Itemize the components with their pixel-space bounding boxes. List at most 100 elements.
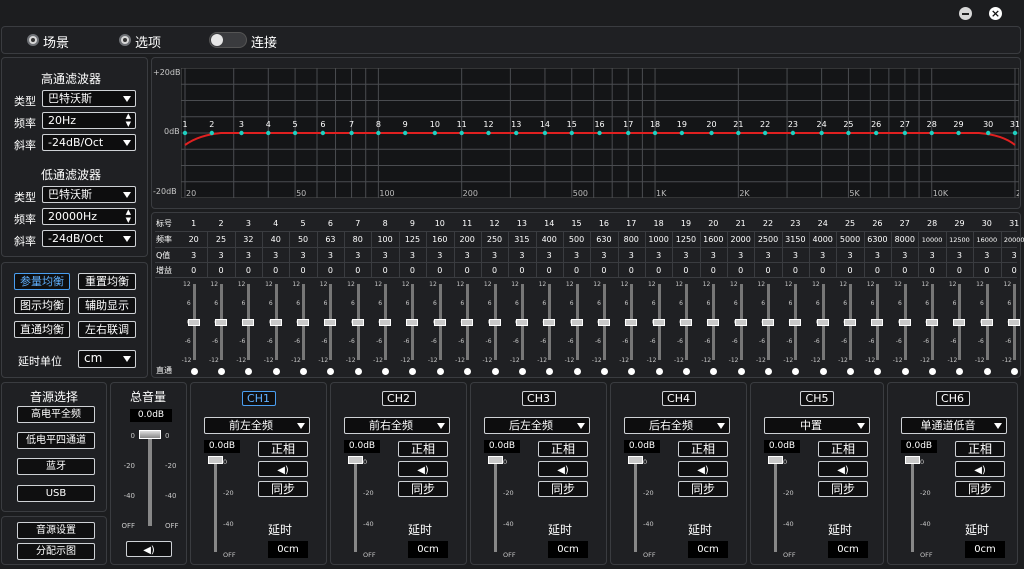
eq-band-point[interactable]	[626, 130, 631, 136]
channel-name-tab[interactable]: CH3	[521, 391, 556, 406]
band-q-cell[interactable]: 3	[317, 251, 344, 261]
reset-eq-button[interactable]: 重置均衡	[78, 273, 136, 290]
band-gain-cell[interactable]: 0	[235, 266, 262, 276]
band-gain-slider-knob[interactable]	[597, 319, 610, 326]
eq-band-point[interactable]	[819, 130, 824, 136]
band-freq-cell[interactable]: 20000	[1001, 235, 1024, 245]
phase-button[interactable]: 正相	[818, 441, 868, 457]
band-gain-cell[interactable]: 0	[754, 266, 781, 276]
eq-band-point[interactable]	[542, 130, 548, 136]
band-gain-cell[interactable]: 0	[481, 266, 508, 276]
channel-delay-value[interactable]: 0cm	[548, 541, 588, 558]
eq-band-point[interactable]	[790, 130, 796, 136]
connect-toggle[interactable]	[209, 32, 247, 48]
band-gain-slider-knob[interactable]	[789, 319, 802, 326]
channel-source-select[interactable]: 中置	[764, 417, 870, 434]
channel-source-select[interactable]: 单通道低音	[901, 417, 1007, 434]
band-gain-slider-knob[interactable]	[215, 319, 228, 326]
sync-button[interactable]: 同步	[398, 481, 448, 497]
band-q-cell[interactable]: 3	[1001, 251, 1024, 261]
channel-name-tab[interactable]: CH6	[935, 391, 970, 406]
band-freq-cell[interactable]: 50	[289, 235, 316, 245]
channel-volume-knob[interactable]	[628, 456, 643, 464]
band-bypass-toggle[interactable]	[600, 368, 608, 375]
band-q-cell[interactable]: 3	[235, 251, 262, 261]
band-bypass-toggle[interactable]	[354, 368, 362, 375]
band-q-cell[interactable]: 3	[946, 251, 973, 261]
band-q-cell[interactable]: 3	[891, 251, 918, 261]
channel-volume-knob[interactable]	[348, 456, 363, 464]
band-gain-slider-knob[interactable]	[543, 319, 556, 326]
band-q-cell[interactable]: 3	[371, 251, 398, 261]
delay-unit-select[interactable]: cm	[78, 350, 136, 368]
band-gain-slider-knob[interactable]	[871, 319, 884, 326]
channel-source-select[interactable]: 后左全频	[484, 417, 590, 434]
band-freq-cell[interactable]: 20	[180, 235, 207, 245]
band-gain-cell[interactable]: 0	[672, 266, 699, 276]
band-freq-cell[interactable]: 4000	[809, 235, 836, 245]
band-gain-cell[interactable]: 0	[399, 266, 426, 276]
band-freq-cell[interactable]: 25	[207, 235, 234, 245]
band-bypass-toggle[interactable]	[218, 368, 226, 375]
eq-band-point[interactable]	[762, 130, 768, 136]
band-gain-cell[interactable]: 0	[536, 266, 563, 276]
sync-button[interactable]: 同步	[258, 481, 308, 497]
master-volume-knob[interactable]	[139, 430, 161, 439]
band-gain-cell[interactable]: 0	[180, 266, 207, 276]
band-freq-cell[interactable]: 16000	[973, 235, 1000, 245]
band-freq-cell[interactable]: 1600	[700, 235, 727, 245]
band-freq-cell[interactable]: 800	[618, 235, 645, 245]
sync-button[interactable]: 同步	[678, 481, 728, 497]
direct-eq-button[interactable]: 直通均衡	[14, 321, 70, 338]
band-gain-cell[interactable]: 0	[262, 266, 289, 276]
aux-display-button[interactable]: 辅助显示	[78, 297, 136, 314]
lr-link-button[interactable]: 左右联调	[78, 321, 136, 338]
channel-source-select[interactable]: 后右全频	[624, 417, 730, 434]
band-gain-cell[interactable]: 0	[918, 266, 945, 276]
band-gain-cell[interactable]: 0	[946, 266, 973, 276]
band-gain-slider-knob[interactable]	[844, 319, 857, 326]
channel-volume-track[interactable]	[494, 458, 497, 552]
band-q-cell[interactable]: 3	[563, 251, 590, 261]
band-freq-cell[interactable]: 3150	[782, 235, 809, 245]
channel-mute-button[interactable]: ◀)	[538, 461, 588, 477]
hp-slope-select[interactable]: -24dB/Oct	[42, 134, 136, 151]
channel-delay-value[interactable]: 0cm	[965, 541, 1005, 558]
band-gain-cell[interactable]: 0	[289, 266, 316, 276]
channel-source-select[interactable]: 前左全频	[204, 417, 310, 434]
band-freq-cell[interactable]: 10000	[918, 235, 945, 245]
band-gain-cell[interactable]: 0	[836, 266, 863, 276]
distribution-map-button[interactable]: 分配示图	[17, 543, 95, 560]
band-bypass-toggle[interactable]	[901, 368, 909, 375]
band-q-cell[interactable]: 3	[426, 251, 453, 261]
phase-button[interactable]: 正相	[678, 441, 728, 457]
band-gain-cell[interactable]: 0	[891, 266, 918, 276]
band-q-cell[interactable]: 3	[836, 251, 863, 261]
eq-band-point[interactable]	[459, 130, 464, 136]
stepper-arrows-icon[interactable]: ▲ ▼	[126, 208, 131, 224]
channel-volume-knob[interactable]	[208, 456, 223, 464]
eq-band-point[interactable]	[709, 130, 714, 136]
hp-freq-stepper[interactable]: 20Hz ▲ ▼	[42, 112, 136, 129]
band-q-cell[interactable]: 3	[672, 251, 699, 261]
band-gain-cell[interactable]: 0	[727, 266, 754, 276]
channel-name-tab[interactable]: CH4	[661, 391, 696, 406]
band-bypass-toggle[interactable]	[436, 368, 444, 375]
band-q-cell[interactable]: 3	[809, 251, 836, 261]
band-q-cell[interactable]: 3	[454, 251, 481, 261]
channel-name-tab[interactable]: CH1	[241, 391, 276, 406]
band-gain-cell[interactable]: 0	[371, 266, 398, 276]
hp-type-select[interactable]: 巴特沃斯	[42, 90, 136, 107]
channel-volume-knob[interactable]	[768, 456, 783, 464]
options-menu-label[interactable]: 选项	[135, 32, 161, 51]
band-gain-slider-knob[interactable]	[187, 319, 200, 326]
channel-name-tab[interactable]: CH5	[800, 391, 834, 406]
band-freq-cell[interactable]: 63	[317, 235, 344, 245]
band-gain-cell[interactable]: 0	[454, 266, 481, 276]
band-gain-slider-knob[interactable]	[625, 319, 638, 326]
band-gain-cell[interactable]: 0	[590, 266, 617, 276]
band-freq-cell[interactable]: 12500	[946, 235, 973, 245]
eq-band-point[interactable]	[292, 130, 298, 136]
channel-delay-value[interactable]: 0cm	[828, 541, 868, 558]
channel-volume-knob[interactable]	[905, 456, 920, 464]
